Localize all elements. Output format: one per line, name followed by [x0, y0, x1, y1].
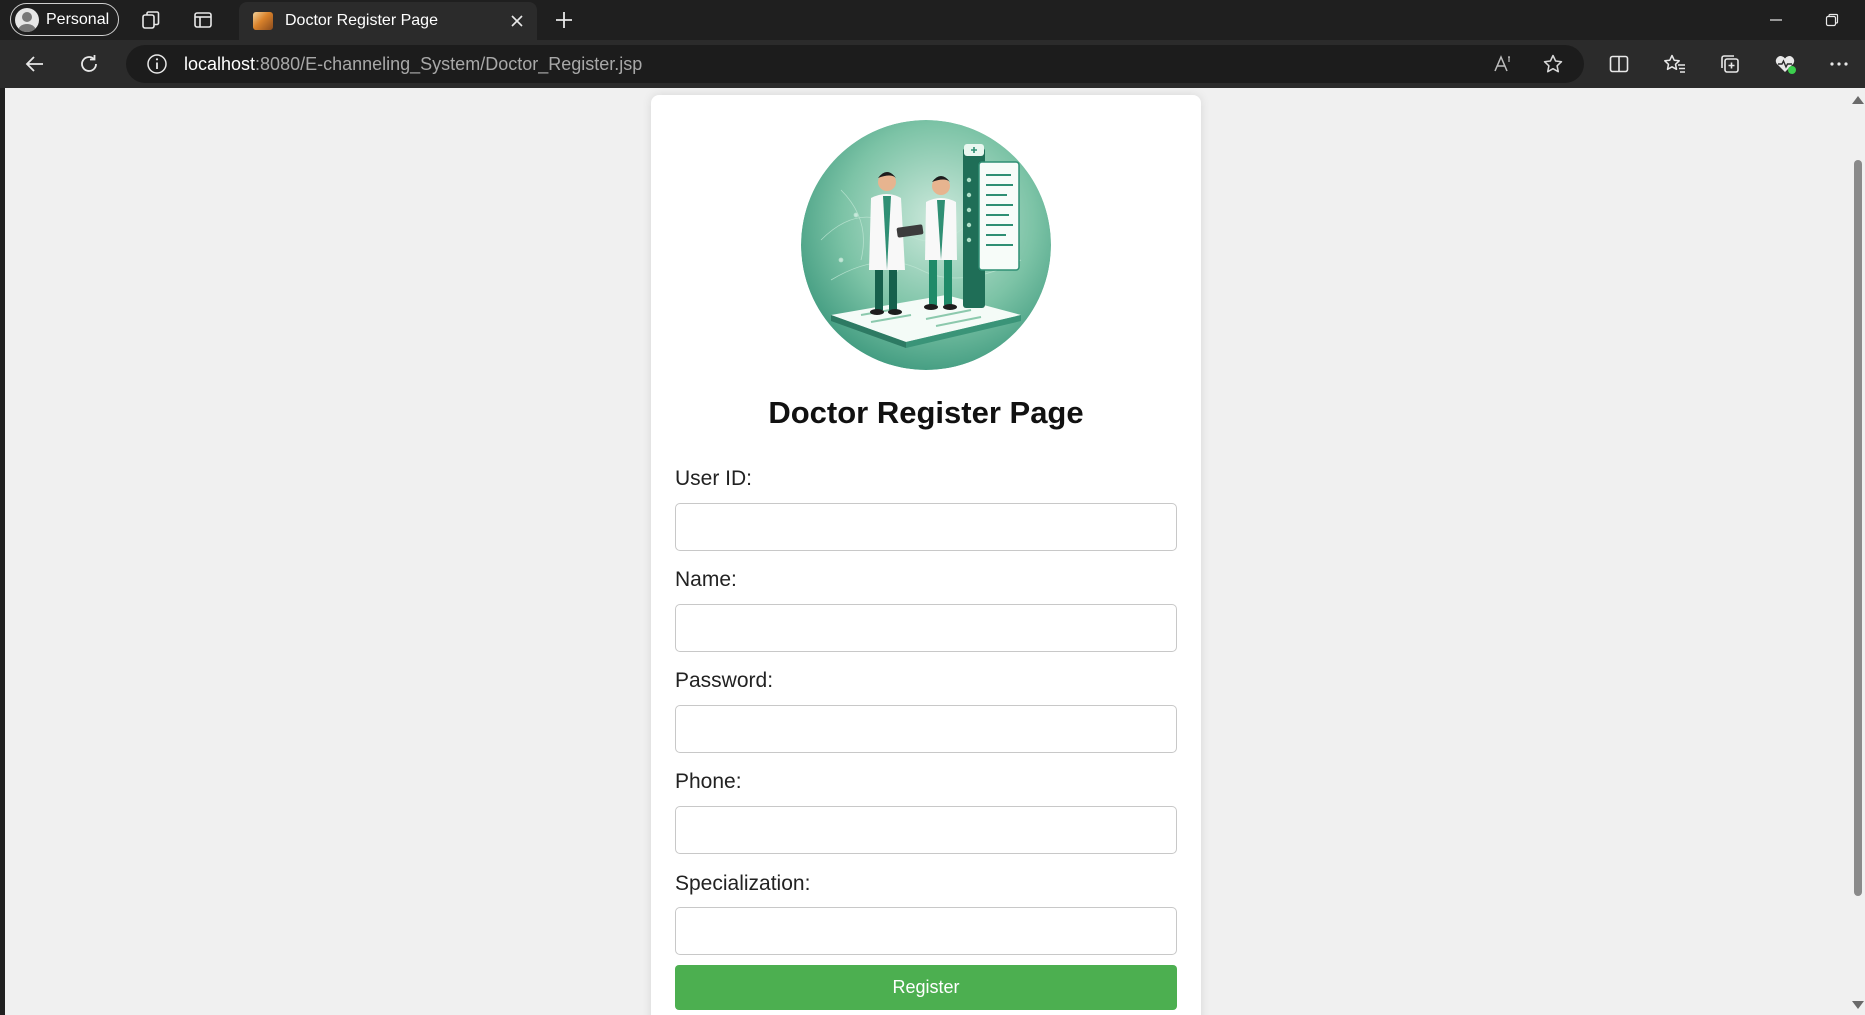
specialization-label: Specialization: [675, 872, 811, 895]
tab-actions-icon [194, 12, 212, 28]
read-aloud-button[interactable] [1486, 47, 1520, 81]
more-button[interactable] [1820, 47, 1858, 81]
split-screen-button[interactable] [1600, 47, 1638, 81]
url-text[interactable]: localhost:8080/E-channeling_System/Docto… [184, 54, 642, 75]
register-button[interactable]: Register [675, 965, 1177, 1010]
new-tab-button[interactable] [548, 5, 580, 35]
active-tab[interactable]: Doctor Register Page [239, 2, 537, 40]
minimize-button[interactable] [1748, 0, 1804, 40]
scroll-thumb[interactable] [1854, 160, 1862, 896]
favorites-button[interactable] [1656, 47, 1694, 81]
site-favicon-icon [253, 12, 273, 30]
password-input[interactable] [675, 705, 1177, 753]
page-viewport: Doctor Register Page User ID: Name: Pass… [5, 88, 1865, 1015]
doctors-illustration [801, 120, 1051, 370]
tab-strip: Personal Doctor Register Page [0, 0, 1865, 40]
profile-label: Personal [46, 10, 110, 28]
profile-avatar-icon [15, 7, 39, 32]
back-button[interactable] [16, 47, 54, 81]
browser-toolbar: localhost:8080/E-channeling_System/Docto… [0, 40, 1865, 88]
refresh-button[interactable] [70, 47, 108, 81]
name-input[interactable] [675, 604, 1177, 652]
browser-essentials-icon [1775, 56, 1796, 74]
plus-icon [556, 12, 572, 28]
user-id-label: User ID: [675, 467, 753, 490]
tab-close-button[interactable] [507, 11, 527, 31]
tab-title: Doctor Register Page [285, 12, 438, 29]
favorite-star-icon [1543, 54, 1563, 73]
browser-essentials-button[interactable] [1766, 47, 1804, 81]
collections-button[interactable] [1711, 47, 1749, 81]
minimize-icon [1770, 19, 1782, 21]
refresh-icon [81, 55, 97, 72]
password-label: Password: [675, 669, 774, 692]
add-favorite-button[interactable] [1536, 47, 1570, 81]
read-aloud-icon [1494, 55, 1510, 72]
url-host: localhost [184, 53, 256, 74]
more-icon [1830, 62, 1848, 66]
scroll-up-arrow[interactable] [1852, 96, 1864, 104]
scroll-down-arrow[interactable] [1852, 1001, 1864, 1009]
phone-input[interactable] [675, 806, 1177, 854]
workspaces-icon [142, 11, 160, 29]
close-icon [511, 15, 523, 27]
register-card: Doctor Register Page User ID: Name: Pass… [651, 95, 1201, 1015]
address-bar[interactable]: localhost:8080/E-channeling_System/Docto… [126, 45, 1584, 83]
workspaces-button[interactable] [135, 5, 167, 35]
restore-icon [1825, 13, 1839, 27]
back-icon [25, 56, 43, 72]
restore-button[interactable] [1804, 0, 1860, 40]
page-scrollbar[interactable] [1850, 88, 1865, 1015]
tab-actions-button[interactable] [187, 5, 219, 35]
page-title: Doctor Register Page [768, 395, 1084, 430]
site-info-button[interactable] [145, 52, 169, 76]
collections-icon [1721, 55, 1739, 73]
split-screen-icon [1609, 55, 1629, 73]
info-icon [147, 54, 167, 74]
profile-button[interactable]: Personal [10, 3, 119, 36]
name-label: Name: [675, 568, 737, 591]
user-id-input[interactable] [675, 503, 1177, 551]
phone-label: Phone: [675, 770, 742, 793]
specialization-input[interactable] [675, 907, 1177, 955]
url-path: :8080/E-channeling_System/Doctor_Registe… [255, 53, 643, 74]
favorites-icon [1664, 54, 1685, 73]
